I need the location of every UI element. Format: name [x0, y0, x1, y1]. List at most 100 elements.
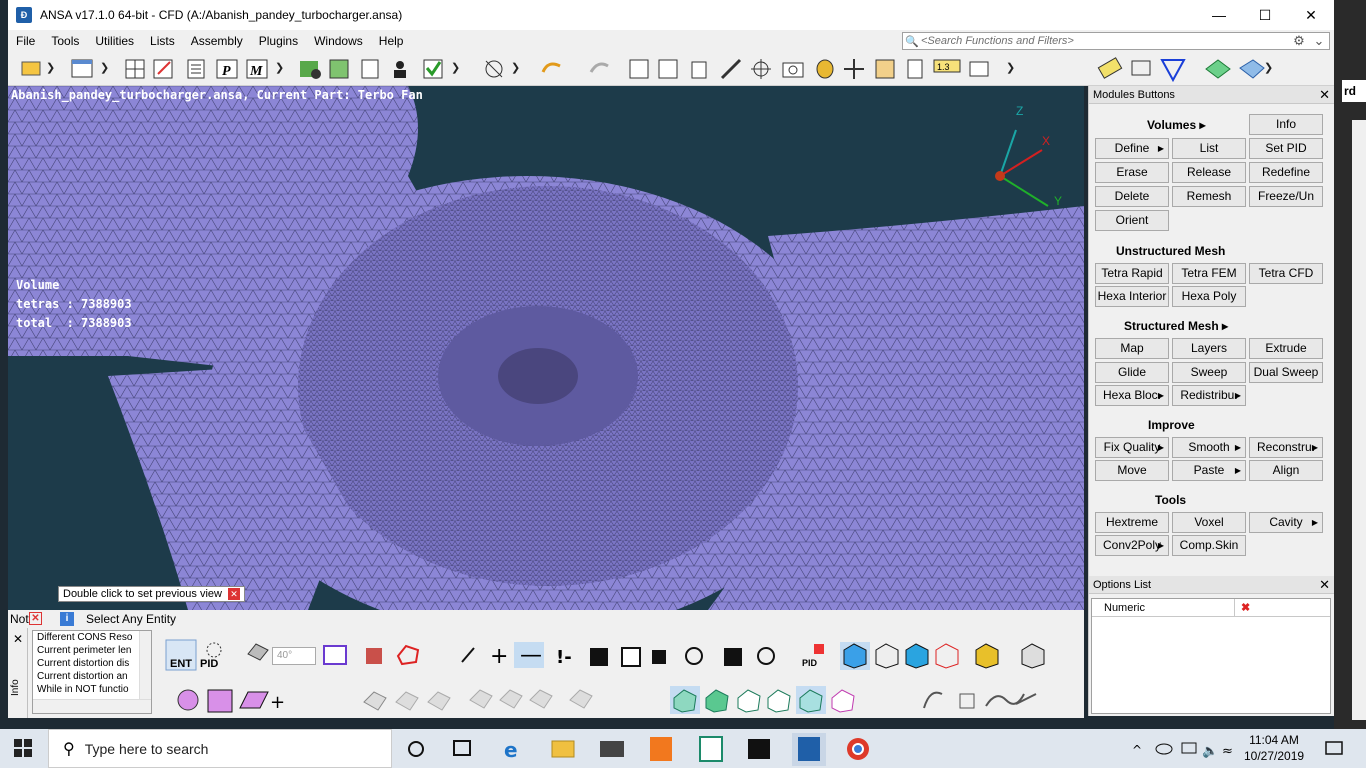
mail-icon[interactable]: [600, 741, 624, 757]
move-button[interactable]: Move: [1095, 460, 1169, 481]
fix-quality-button[interactable]: Fix Quality ▶: [1095, 437, 1169, 458]
tetra-fem-button[interactable]: Tetra FEM: [1172, 263, 1246, 284]
polygon-select-icon[interactable]: [396, 644, 420, 666]
wifi-icon[interactable]: ≈: [1222, 744, 1233, 759]
menu-utilities[interactable]: Utilities: [87, 34, 142, 48]
taskbar-search[interactable]: ⚲ Type here to search: [48, 729, 392, 768]
minus-icon[interactable]: —: [520, 643, 542, 668]
more-arrow-icon[interactable]: ❯: [46, 61, 55, 74]
curve-icon[interactable]: [923, 691, 943, 709]
wire-cube-icon[interactable]: [875, 643, 899, 669]
more-arrow-icon[interactable]: ❯: [511, 61, 520, 74]
photo-icon[interactable]: [875, 59, 895, 79]
background-scrollbar[interactable]: [1352, 120, 1366, 720]
cavity-button[interactable]: Cavity ▶: [1249, 512, 1323, 533]
option-value[interactable]: ✖: [1235, 599, 1250, 616]
wave-icon[interactable]: [985, 693, 1025, 707]
graphics-viewport[interactable]: Abanish_pandey_turbocharger.ansa, Curren…: [8, 86, 1084, 610]
tetra-cfd-button[interactable]: Tetra CFD: [1249, 263, 1323, 284]
outline-view-icon[interactable]: [767, 689, 791, 713]
layers-button[interactable]: Layers: [1172, 338, 1246, 359]
volume-icon[interactable]: [569, 689, 593, 709]
spreadsheet-icon[interactable]: [329, 59, 349, 79]
menu-assembly[interactable]: Assembly: [183, 34, 251, 48]
volume-icon[interactable]: [529, 689, 553, 709]
more-arrow-icon[interactable]: ❯: [100, 61, 109, 74]
notifications-icon[interactable]: [1324, 739, 1344, 759]
volume-icon[interactable]: [499, 689, 523, 709]
chevron-down-icon[interactable]: ⌄: [1309, 33, 1329, 49]
battery-icon[interactable]: [1181, 742, 1197, 754]
edit-icon[interactable]: [153, 59, 173, 79]
comp-skin-button[interactable]: Comp.Skin: [1172, 535, 1246, 556]
layout-icon[interactable]: [629, 59, 649, 79]
node-plus-icon[interactable]: +: [270, 692, 285, 713]
p-script-icon[interactable]: P: [216, 59, 238, 79]
trash-icon[interactable]: [691, 61, 707, 79]
info-icon[interactable]: i: [60, 612, 74, 626]
section-structured-mesh[interactable]: Structured Mesh ▸: [1124, 319, 1228, 333]
settings-cube-icon[interactable]: [1021, 643, 1045, 669]
close-button[interactable]: ✕: [1288, 0, 1334, 30]
paste-button[interactable]: Paste ▶: [1172, 460, 1246, 481]
value-1-3-icon[interactable]: 1.3: [933, 59, 961, 73]
target-icon[interactable]: [757, 647, 775, 665]
orient-button[interactable]: Orient: [1095, 210, 1169, 231]
cloud-icon[interactable]: [1155, 743, 1173, 755]
list-doc-icon[interactable]: [187, 59, 205, 79]
shell-element-icon[interactable]: [239, 691, 269, 709]
ent-label[interactable]: ENT: [170, 658, 192, 670]
users-icon[interactable]: [394, 61, 406, 78]
lock-icon[interactable]: [652, 650, 666, 664]
redo-icon[interactable]: [589, 62, 609, 73]
info-button[interactable]: Info: [1249, 114, 1323, 135]
reconstruct-button[interactable]: Reconstru. ▶: [1249, 437, 1323, 458]
extrude-button[interactable]: Extrude: [1249, 338, 1323, 359]
search-input[interactable]: <Search Functions and Filters>: [921, 35, 1289, 47]
dual-sweep-button[interactable]: Dual Sweep: [1249, 362, 1323, 383]
plus-icon[interactable]: +: [490, 644, 508, 669]
window-icon[interactable]: [71, 59, 93, 78]
pid-small-icon[interactable]: [814, 644, 824, 654]
feature-cube-icon[interactable]: [905, 643, 929, 669]
crosshair-icon[interactable]: [751, 59, 771, 79]
chevron-up-icon[interactable]: ^: [1132, 743, 1142, 757]
ansa-icon[interactable]: [798, 737, 820, 761]
minimize-button[interactable]: —: [1196, 0, 1242, 30]
pid-small-label[interactable]: PID: [802, 658, 817, 668]
pid-label[interactable]: PID: [200, 658, 218, 670]
line-icon[interactable]: [461, 647, 475, 663]
speaker-icon[interactable]: 🔈: [1202, 744, 1218, 759]
freeze-button[interactable]: Freeze/Un: [1249, 186, 1323, 207]
ruler-icon[interactable]: [1097, 57, 1123, 79]
task-view-icon[interactable]: [453, 740, 471, 756]
hexa-element-icon[interactable]: [207, 689, 233, 713]
map-button[interactable]: Map: [1095, 338, 1169, 359]
sphere-icon[interactable]: [177, 689, 199, 711]
magenta-view-icon[interactable]: [831, 689, 855, 713]
network-app-icon[interactable]: [699, 736, 723, 762]
menu-lists[interactable]: Lists: [142, 34, 183, 48]
wire-box-icon[interactable]: [1131, 60, 1151, 76]
sublime-icon[interactable]: [650, 737, 672, 761]
undo-icon[interactable]: [541, 62, 561, 73]
previous-icon[interactable]: [621, 647, 641, 667]
section-volumes[interactable]: Volumes ▸: [1147, 118, 1205, 132]
funnel-filter-icon[interactable]: [1160, 59, 1186, 83]
arrow-icon[interactable]: [1015, 693, 1037, 705]
edge-icon[interactable]: e: [504, 738, 518, 762]
all-icon[interactable]: [590, 648, 608, 666]
hexa-block-button[interactable]: Hexa Bloc. ▶: [1095, 385, 1169, 406]
blue-mesh-icon[interactable]: [1239, 59, 1265, 79]
boundary-box-icon[interactable]: [323, 645, 347, 665]
green-layers-icon[interactable]: [1205, 59, 1231, 79]
more-arrow-icon[interactable]: ❯: [275, 61, 284, 74]
close-icon[interactable]: ✕: [227, 588, 240, 600]
menu-help[interactable]: Help: [371, 34, 412, 48]
redefine-button[interactable]: Redefine: [1249, 162, 1323, 183]
solid-view-icon[interactable]: [705, 689, 729, 713]
volume-icon[interactable]: [469, 689, 493, 709]
redistribute-button[interactable]: Redistribu. ▶: [1172, 385, 1246, 406]
tetra-rapid-button[interactable]: Tetra Rapid: [1095, 263, 1169, 284]
smooth-button[interactable]: Smooth ▶: [1172, 437, 1246, 458]
